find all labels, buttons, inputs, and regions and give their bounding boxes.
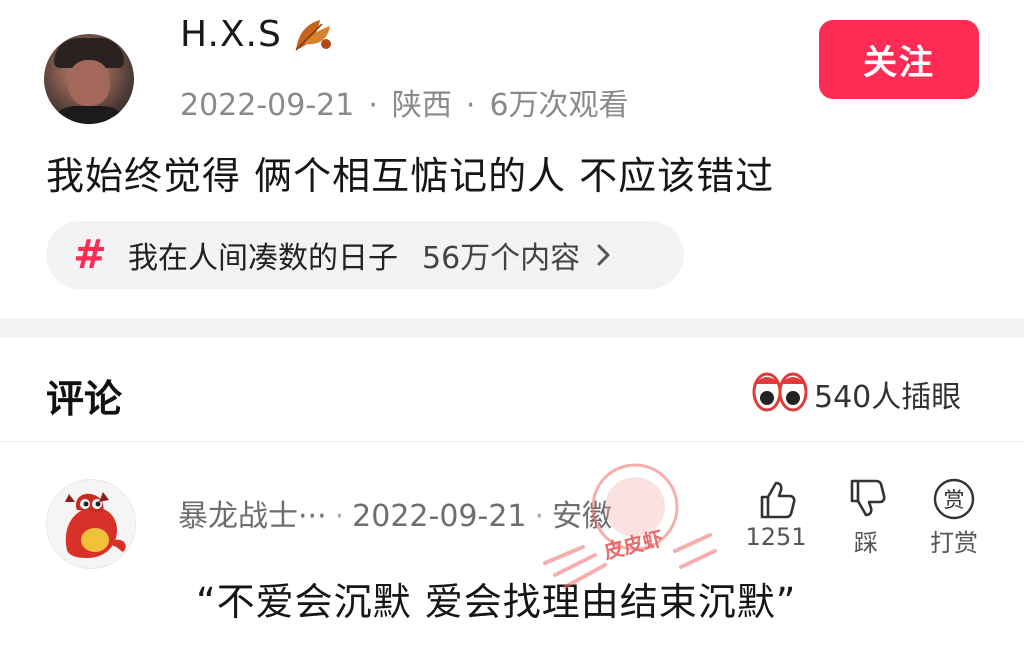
topic-name: 我在人间凑数的日子: [128, 241, 398, 276]
tip-button[interactable]: 赏 打赏: [918, 477, 990, 558]
comments-title: 评论: [46, 377, 123, 421]
thumbs-down-icon: [850, 479, 886, 517]
follow-button[interactable]: 关注: [819, 20, 979, 99]
section-divider: [0, 318, 1024, 338]
comment-text: “不爱会沉默 爱会找理由结束沉默”: [196, 580, 797, 624]
comment-meta: 暴龙战士··· · 2022-09-21 · 安徽: [178, 499, 613, 534]
tip-icon-glyph: 赏: [944, 488, 965, 512]
commenter-avatar[interactable]: [46, 479, 136, 569]
topic-count: 56万个内容: [422, 241, 581, 276]
topic-chip[interactable]: # 我在人间凑数的日子 56万个内容: [46, 221, 684, 289]
post-date: 2022-09-21: [180, 88, 355, 123]
thumbs-up-icon: [760, 481, 796, 519]
comment-item: 暴龙战士··· · 2022-09-21 · 安徽 1251 踩 赏 打赏 “不爱会沉默…: [0, 443, 1024, 660]
post-location: 陕西: [391, 88, 452, 123]
author-avatar[interactable]: [44, 34, 134, 124]
tip-icon: 赏: [933, 478, 975, 520]
watchers-count: 540人插眼: [814, 380, 962, 415]
post-header: H.X.S 2022-09-21 · 陕西 · 6万次观看 关注 我始终觉得 俩个相互惦…: [0, 0, 1024, 318]
post-meta: 2022-09-21 · 陕西 · 6万次观看: [180, 88, 629, 123]
commenter-username[interactable]: 暴龙战士···: [178, 499, 327, 534]
dislike-label: 踩: [854, 529, 878, 557]
like-button[interactable]: 1251: [740, 477, 812, 551]
post-caption: 我始终觉得 俩个相互惦记的人 不应该错过: [46, 154, 775, 198]
hash-icon: #: [73, 232, 107, 278]
author-username[interactable]: H.X.S: [180, 14, 282, 55]
comment-date: 2022-09-21: [352, 499, 527, 534]
like-count: 1251: [745, 523, 807, 551]
dislike-button[interactable]: 踩: [830, 477, 902, 558]
chevron-right-icon: [597, 244, 610, 266]
tip-label: 打赏: [930, 529, 978, 557]
leaf-icon: [295, 20, 331, 51]
post-views: 6万次观看: [489, 88, 629, 123]
eyes-icon: [752, 372, 808, 412]
comments-header: 评论 540人插眼: [0, 338, 1024, 442]
comment-location: 安徽: [552, 499, 613, 534]
